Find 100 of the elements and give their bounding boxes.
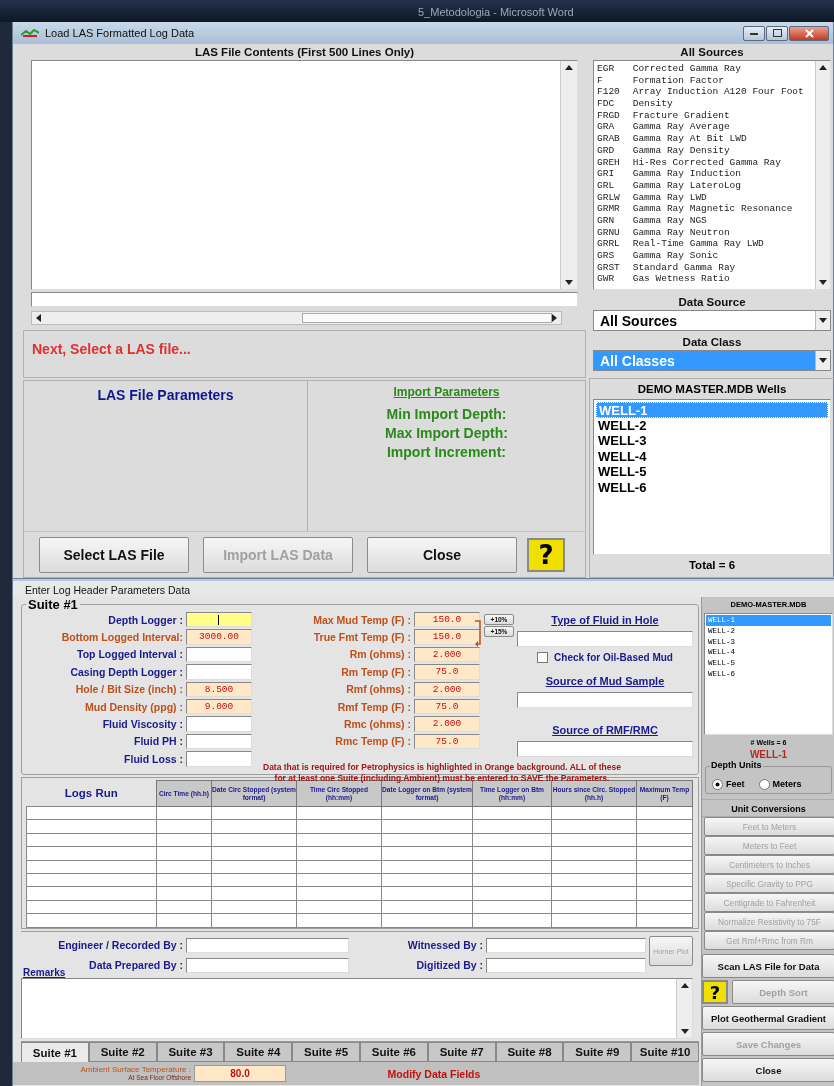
list-item[interactable]: GRMR Gamma Ray Magnetic Resonance [597, 203, 815, 215]
input-field[interactable] [517, 631, 693, 647]
scroll-up-icon[interactable] [819, 64, 827, 70]
tab[interactable]: Suite #6 [360, 1042, 428, 1062]
list-item[interactable]: GRST Standard Gamma Ray [597, 261, 815, 274]
tab[interactable]: Suite #1 [21, 1042, 89, 1062]
well-item[interactable]: WELL-3 [596, 433, 828, 449]
input-field[interactable] [186, 612, 252, 628]
link[interactable]: Source of Mud Sample [545, 675, 665, 690]
input-field[interactable]: 2.000 [414, 716, 480, 732]
tab[interactable]: Suite #10 [631, 1042, 699, 1062]
list-item[interactable]: FDC Density [597, 98, 815, 110]
maximize-icon[interactable] [766, 25, 788, 41]
button[interactable]: Close [367, 536, 517, 573]
tab[interactable]: Suite #7 [427, 1042, 496, 1062]
input-field[interactable] [186, 751, 252, 767]
input-field[interactable]: 2.000 [414, 646, 480, 663]
tab[interactable]: Suite #3 [156, 1042, 225, 1062]
checkbox[interactable] [537, 652, 549, 663]
button[interactable]: Close [702, 1058, 834, 1082]
input-field[interactable] [486, 957, 646, 973]
input-field[interactable]: 2.000 [414, 681, 480, 697]
field-label: Bottom Logged Interval: [60, 631, 183, 644]
input-field[interactable]: 75.0 [414, 733, 480, 750]
input-field[interactable] [186, 957, 349, 973]
list-item[interactable]: GRA Gamma Ray Average [597, 121, 815, 134]
option-label: Meters [772, 779, 802, 789]
well-item[interactable]: WELL-2 [596, 417, 828, 433]
input-field[interactable]: 9.000 [186, 698, 252, 715]
tab[interactable]: Suite #4 [224, 1042, 293, 1062]
input-field[interactable]: 150.0 [414, 629, 480, 645]
list-item[interactable]: GWR Gas Wetness Ratio [597, 273, 815, 286]
list-item[interactable]: EGR Corrected Gamma Ray [597, 63, 815, 75]
field-label: Mud Density (ppg) : [84, 700, 183, 713]
input-field[interactable] [517, 692, 693, 708]
tab[interactable]: Suite #8 [495, 1042, 564, 1062]
input-field[interactable]: 3000.00 [186, 629, 252, 645]
well-item[interactable]: WELL-5 [596, 464, 828, 480]
input-field[interactable]: 150.0 [414, 612, 480, 628]
list-item[interactable]: GRRL Real-Time Gamma Ray LWD [597, 238, 815, 250]
scroll-down-icon[interactable] [819, 280, 827, 286]
list-item[interactable]: GRNU Gamma Ray Neutron [597, 226, 815, 239]
input-field[interactable] [31, 292, 578, 307]
tab[interactable]: Suite #5 [292, 1042, 360, 1062]
help-button[interactable]: ? [527, 537, 565, 572]
caret-icon[interactable] [819, 317, 827, 324]
field-label: Fluid Viscosity : [101, 718, 183, 731]
dropdown[interactable]: All Sources [593, 310, 831, 331]
list-item[interactable]: F120 Array Induction A120 Four Foot [597, 86, 815, 99]
input-field[interactable] [186, 646, 252, 663]
scroll-down-icon[interactable] [680, 1029, 689, 1035]
radio-button[interactable] [758, 778, 770, 790]
list-item[interactable]: GRL Gamma Ray LateroLog [597, 179, 815, 192]
link[interactable]: Remarks [23, 967, 66, 978]
input-field[interactable]: 75.0 [414, 664, 480, 680]
link[interactable]: Type of Fluid in Hole [551, 614, 659, 629]
list-item[interactable]: GRN Gamma Ray NGS [597, 214, 815, 227]
radio-button[interactable] [712, 778, 723, 790]
scroll-up-icon[interactable] [680, 982, 689, 988]
list-item[interactable]: GRAB Gamma Ray At Bit LWD [597, 133, 815, 145]
button[interactable]: Select LAS File [39, 536, 189, 573]
input-field[interactable] [486, 937, 646, 953]
input-field[interactable] [517, 741, 693, 757]
input-field[interactable]: 75.0 [414, 698, 480, 715]
button[interactable]: Scan LAS File for Data [702, 954, 834, 978]
input-field[interactable] [186, 733, 252, 750]
list-item[interactable]: GRS Gamma Ray Sonic [597, 250, 815, 262]
input-field[interactable] [186, 716, 252, 732]
button[interactable]: Plot Geothermal Gradient [702, 1006, 834, 1030]
tab[interactable]: Suite #2 [88, 1042, 157, 1062]
scrollbar[interactable] [560, 61, 577, 289]
help-button[interactable]: ? [702, 980, 728, 1004]
remarks-field[interactable] [21, 978, 693, 1039]
field-label: Fluid PH : [133, 735, 183, 748]
input-field[interactable] [186, 937, 349, 953]
scroll-up-icon[interactable] [565, 64, 573, 70]
scrollbar[interactable] [815, 61, 830, 289]
well-item[interactable]: WELL-6 [596, 479, 828, 495]
tab[interactable]: Suite #9 [563, 1042, 632, 1062]
scrollbar[interactable] [31, 311, 562, 325]
input-field[interactable]: 80.0 [194, 1065, 286, 1082]
link[interactable]: Source of RMF/RMC [552, 724, 658, 739]
close-icon[interactable] [789, 25, 829, 41]
caret-icon[interactable] [819, 357, 827, 364]
input-field[interactable] [186, 664, 252, 680]
scrollbar[interactable] [676, 979, 692, 1038]
scroll-left-icon[interactable] [35, 314, 41, 322]
group-title: Suite #1 [27, 597, 79, 612]
list-item[interactable]: GRI Gamma Ray Induction [597, 168, 815, 180]
list-item[interactable]: GREH Hi-Res Corrected Gamma Ray [597, 156, 815, 169]
minimize-icon[interactable] [743, 25, 765, 41]
app-icon [21, 29, 39, 37]
scroll-down-icon[interactable] [565, 280, 573, 286]
well-item[interactable]: WELL-4 [596, 448, 828, 464]
list-item[interactable]: GRLW Gamma Ray LWD [597, 191, 815, 204]
list-item[interactable]: FRGD Fracture Gradient [597, 109, 815, 122]
arrow-icon [475, 618, 482, 648]
list-item[interactable]: GRD Gamma Ray Density [597, 144, 815, 157]
list-item[interactable]: F Formation Factor [597, 74, 815, 87]
input-field[interactable]: 8.500 [186, 681, 252, 697]
